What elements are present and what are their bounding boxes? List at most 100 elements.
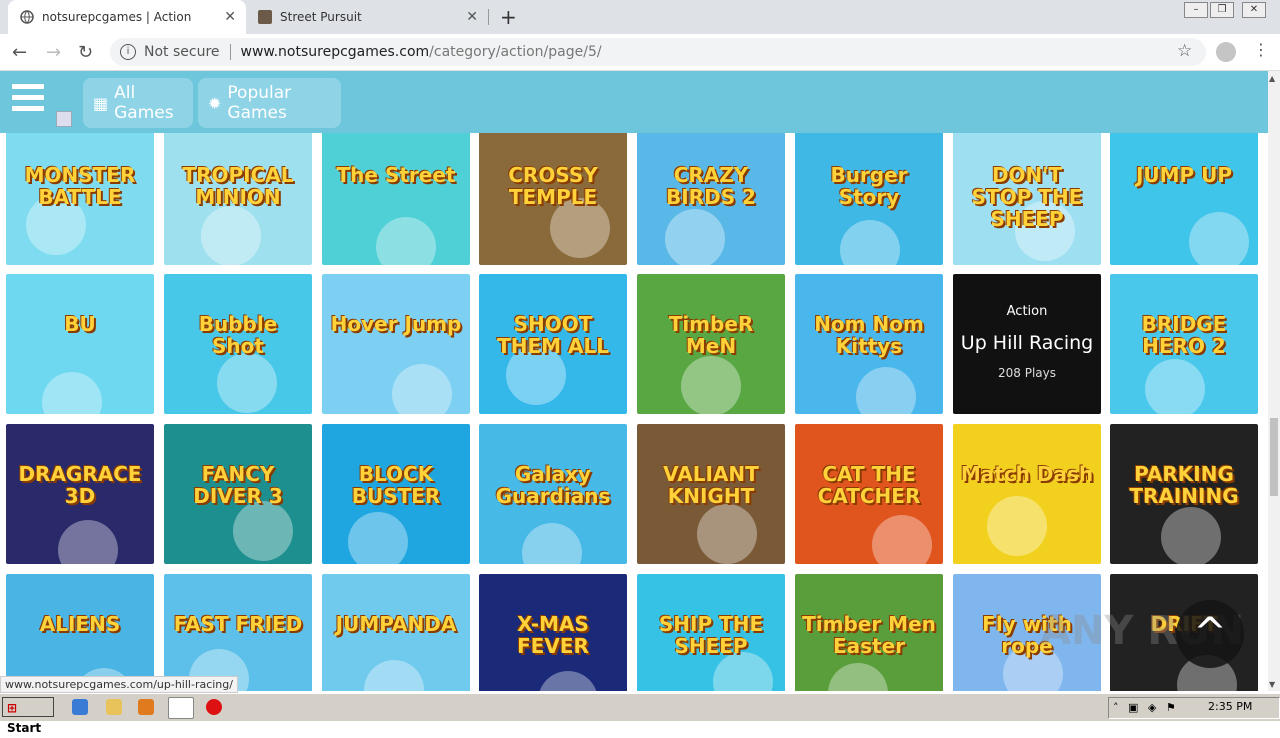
reload-icon[interactable]: ↻ [78,42,93,63]
game-title: CROSSY TEMPLE [508,163,598,210]
tab-title: Street Pursuit [280,10,362,24]
tile-art [233,501,293,561]
game-title: FAST FRIED [173,612,303,637]
game-tile[interactable]: CROSSY TEMPLE [479,133,627,265]
volume-icon[interactable]: ◈ [1148,701,1156,714]
antivirus-icon[interactable] [206,699,222,715]
broken-logo-icon[interactable] [56,111,72,127]
game-tile[interactable]: FANCY DIVER 3 [164,424,312,564]
ie-icon[interactable] [72,699,88,715]
game-tile[interactable]: Bubble Shot [164,274,312,414]
nav-popular-games[interactable]: ✹ Popular Games [198,78,341,128]
security-label: Not secure [144,44,220,60]
game-tile[interactable]: DON'T STOP THE SHEEP [953,133,1101,265]
game-title: Galaxy Guardians [495,462,611,509]
browser-toolbar: ← → ↻ i Not secure www.notsurepcgames.co… [0,34,1280,71]
chrome-taskbar-icon[interactable] [168,697,194,719]
tile-art [856,367,916,414]
game-tile[interactable]: PARKING TRAINING [1110,424,1258,564]
game-tile[interactable]: MONSTER BATTLE [6,133,154,265]
game-tile[interactable]: Match Dash [953,424,1101,564]
game-tile[interactable]: ALIENS [6,574,154,691]
game-tile[interactable]: TimbeR MeN [637,274,785,414]
tile-art [392,364,452,414]
close-tab-icon[interactable]: ✕ [224,9,236,25]
nav-all-games[interactable]: ▦ All Games [83,78,193,128]
game-tile[interactable]: JUMP UP [1110,133,1258,265]
media-player-icon[interactable] [138,699,154,715]
globe-icon [20,10,34,24]
game-tile[interactable]: TROPICAL MINION [164,133,312,265]
folder-icon[interactable] [106,699,122,715]
tile-art [538,671,598,691]
scroll-down-arrow-icon[interactable]: ▼ [1269,680,1275,689]
info-icon[interactable]: i [120,44,136,60]
bookmark-star-icon[interactable]: ☆ [1177,41,1192,61]
close-window-button[interactable]: ✕ [1242,2,1266,18]
flag-icon[interactable]: ⚑ [1166,701,1176,714]
system-tray: ˄ ▣ ◈ ⚑ [1108,697,1280,719]
game-tile[interactable]: Action Up Hill Racing 208 Plays [953,274,1101,414]
tab-title: notsurepcgames | Action [42,10,192,24]
tile-art [681,356,741,414]
url-path: /category/action/page/5/ [429,44,602,60]
hover-plays: 208 Plays [998,366,1056,380]
game-tile[interactable]: CRAZY BIRDS 2 [637,133,785,265]
game-tile[interactable]: FAST FRIED [164,574,312,691]
start-button[interactable]: ⊞ Start [2,697,54,735]
minimize-button[interactable]: – [1184,2,1208,18]
tray-expand-icon[interactable]: ˄ [1113,701,1119,714]
scrollbar-thumb[interactable] [1270,418,1278,496]
network-icon[interactable]: ▣ [1128,701,1138,714]
game-tile[interactable]: JUMPANDA [322,574,470,691]
game-tile[interactable]: VALIANT KNIGHT [637,424,785,564]
game-title: TimbeR MeN [668,312,754,359]
game-tile[interactable]: DRAGRACE 3D [6,424,154,564]
game-tile[interactable]: X-MAS FEVER [479,574,627,691]
forward-arrow-icon[interactable]: → [46,42,61,63]
chrome-menu-icon[interactable]: ⋮ [1253,40,1269,59]
game-title: BLOCK BUSTER [351,462,441,509]
game-title: The Street [336,163,456,188]
tile-art [348,512,408,564]
game-tile[interactable]: SHIP THE SHEEP [637,574,785,691]
tile-art [987,496,1047,556]
game-tile[interactable]: BLOCK BUSTER [322,424,470,564]
game-title: BU [64,312,96,337]
game-title: ALIENS [39,612,121,637]
profile-avatar[interactable] [1216,42,1236,62]
maximize-button[interactable]: ❐ [1210,2,1234,18]
tile-art [58,520,118,564]
game-tile[interactable]: The Street [322,133,470,265]
game-tile[interactable]: Hover Jump [322,274,470,414]
tab-street-pursuit[interactable]: Street Pursuit ✕ [248,0,488,34]
url-host: www.notsurepcgames.com [240,44,430,60]
close-tab-icon[interactable]: ✕ [466,9,478,25]
game-title: Burger Story [830,163,908,210]
new-tab-button[interactable]: + [500,5,517,29]
page-scrollbar[interactable] [1268,71,1280,691]
game-title: CRAZY BIRDS 2 [666,163,756,210]
game-title: BRIDGE HERO 2 [1141,312,1227,359]
game-tile[interactable]: Timber Men Easter [795,574,943,691]
back-arrow-icon[interactable]: ← [12,42,27,63]
tile-art [1161,507,1221,564]
game-title: JUMP UP [1135,163,1233,188]
tab-notsurepcgames[interactable]: notsurepcgames | Action ✕ [8,0,246,34]
game-tile[interactable]: BU [6,274,154,414]
game-title: Nom Nom Kittys [814,312,924,359]
back-to-top-button[interactable]: ^ [1176,600,1244,668]
game-tile[interactable]: BRIDGE HERO 2 [1110,274,1258,414]
game-tile[interactable]: SHOOT THEM ALL [479,274,627,414]
tile-art [1145,359,1205,414]
game-tile[interactable]: CAT THE CATCHER [795,424,943,564]
game-thumbnail-icon [258,10,272,24]
game-tile[interactable]: Nom Nom Kittys [795,274,943,414]
grid-icon: ▦ [93,93,109,113]
tile-art [1189,212,1249,265]
game-tile[interactable]: Galaxy Guardians [479,424,627,564]
address-bar[interactable]: i Not secure www.notsurepcgames.com /cat… [110,38,1206,66]
scroll-up-arrow-icon[interactable]: ▲ [1269,74,1275,83]
game-tile[interactable]: Burger Story [795,133,943,265]
hamburger-menu-icon[interactable] [12,84,44,116]
